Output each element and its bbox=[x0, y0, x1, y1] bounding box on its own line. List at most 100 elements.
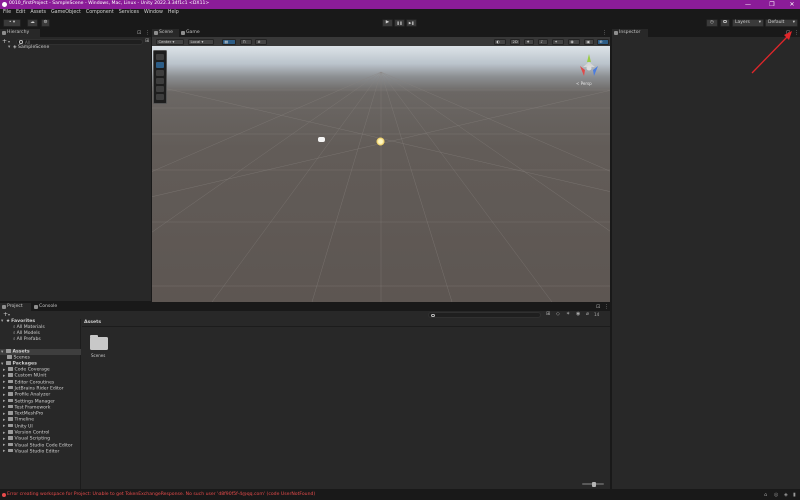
cloud-button[interactable]: ☁ bbox=[27, 18, 38, 27]
gizmos-toggle[interactable]: ⊕ bbox=[597, 38, 609, 45]
2d-toggle[interactable]: 2D bbox=[510, 38, 520, 45]
progress-icon[interactable]: ▮ bbox=[793, 492, 796, 498]
menu-gameobject[interactable]: GameObject bbox=[51, 9, 81, 17]
status-message[interactable]: Error creating workspace for Project: Un… bbox=[7, 492, 315, 497]
debug-icon[interactable]: ⌂ bbox=[764, 492, 767, 498]
directional-light-icon[interactable] bbox=[376, 137, 385, 146]
account-dropdown[interactable]: • ▾ bbox=[3, 18, 21, 27]
project-search-input[interactable] bbox=[428, 312, 541, 318]
icon-size-slider[interactable] bbox=[582, 481, 604, 487]
menu-help[interactable]: Help bbox=[168, 9, 179, 17]
package-row[interactable]: ▸ JetBrains Rider Editor bbox=[3, 385, 64, 392]
menu-edit[interactable]: Edit bbox=[16, 9, 25, 17]
tab-game[interactable]: Game bbox=[179, 29, 206, 37]
favorites-item[interactable]: ⌕All Prefabs bbox=[13, 337, 41, 343]
breadcrumb-assets[interactable]: Assets bbox=[84, 320, 101, 325]
package-row[interactable]: ▸ Code Coverage bbox=[3, 367, 50, 373]
package-row[interactable]: ▸ Test Framework bbox=[3, 404, 50, 411]
lock-icon[interactable]: ⊡ bbox=[596, 303, 600, 311]
folder-icon bbox=[8, 430, 13, 434]
x-axis-cone[interactable] bbox=[580, 66, 585, 76]
camera-gizmo-icon[interactable] bbox=[318, 137, 325, 142]
layout-dropdown[interactable]: Default ▾ bbox=[765, 18, 798, 27]
add-icon[interactable]: + bbox=[2, 38, 7, 45]
draw-mode-dropdown[interactable]: ◐ bbox=[494, 38, 506, 45]
package-row[interactable]: ▸ Custom NUnit bbox=[3, 373, 46, 379]
lock-icon[interactable]: ⊡ bbox=[786, 29, 790, 37]
tab-console[interactable]: Console bbox=[32, 303, 64, 311]
menu-services[interactable]: Services bbox=[119, 9, 139, 17]
collab-button[interactable]: ⚙ bbox=[41, 18, 50, 27]
z-axis-cone[interactable] bbox=[593, 66, 598, 76]
menu-file[interactable]: File bbox=[3, 9, 11, 17]
transform-tool-icon[interactable] bbox=[156, 94, 164, 100]
slider-handle[interactable] bbox=[592, 481, 596, 487]
grid-icon: ▦ bbox=[224, 38, 229, 44]
camera-settings-button[interactable]: ▣ bbox=[584, 38, 594, 45]
layers-dropdown[interactable]: Layers ▾ bbox=[732, 18, 764, 27]
filter-icon[interactable]: ⊞ bbox=[145, 38, 149, 44]
chevron-down-icon[interactable]: ▾ bbox=[8, 312, 10, 317]
step-button[interactable]: ▶❚ bbox=[406, 18, 417, 27]
tab-scene[interactable]: Scene bbox=[152, 29, 179, 37]
package-row[interactable]: ▸ Editor Coroutines bbox=[3, 379, 54, 386]
close-button[interactable]: ✕ bbox=[784, 0, 800, 9]
effects-dropdown[interactable]: ✦ bbox=[552, 38, 564, 45]
network-icon[interactable]: ◈ bbox=[784, 492, 788, 498]
package-row[interactable]: ▸ Visual Scripting bbox=[3, 436, 50, 442]
kebab-menu-icon[interactable]: ⋮ bbox=[602, 29, 607, 37]
lighting-toggle[interactable]: ✷ bbox=[524, 38, 534, 45]
eye-icon[interactable]: ◉ bbox=[576, 311, 580, 317]
package-label: TextMeshPro bbox=[14, 411, 44, 417]
package-row[interactable]: ▸ Unity UI bbox=[3, 423, 33, 430]
space-dropdown[interactable]: Local ▾ bbox=[188, 38, 214, 45]
package-row[interactable]: ▸ Visual Studio Editor bbox=[3, 448, 59, 455]
projection-label[interactable]: < Persp bbox=[576, 81, 592, 86]
menu-assets[interactable]: Assets bbox=[30, 9, 46, 17]
y-axis-cone[interactable] bbox=[587, 54, 591, 62]
asset-tile-scenes[interactable]: Scenes bbox=[88, 335, 110, 361]
minimize-button[interactable]: — bbox=[740, 0, 756, 9]
lock-icon[interactable]: ⊡ bbox=[137, 29, 141, 37]
grid-visibility-button[interactable]: # bbox=[255, 38, 267, 45]
label-filter-icon[interactable]: ◇ bbox=[556, 311, 560, 317]
search-button[interactable] bbox=[720, 18, 730, 27]
kebab-menu-icon[interactable]: ⋮ bbox=[145, 29, 150, 37]
move-tool-icon[interactable] bbox=[156, 62, 164, 68]
maximize-button[interactable]: ❐ bbox=[764, 0, 780, 9]
scene-viewport[interactable]: < Persp bbox=[152, 46, 610, 302]
pivot-dropdown[interactable]: Center ▾ bbox=[156, 38, 184, 45]
search-by-type-icon[interactable]: ⊞ bbox=[546, 311, 550, 317]
menu-component[interactable]: Component bbox=[86, 9, 114, 17]
star-icon: ★ bbox=[6, 319, 11, 324]
kebab-menu-icon[interactable]: ⋮ bbox=[794, 29, 799, 37]
history-button[interactable]: ◷ bbox=[706, 18, 718, 27]
tab-hierarchy[interactable]: Hierarchy bbox=[0, 29, 40, 37]
menu-window[interactable]: Window bbox=[144, 9, 163, 17]
orientation-gizmo[interactable]: < Persp bbox=[572, 50, 606, 90]
rect-tool-icon[interactable] bbox=[156, 86, 164, 92]
star-icon[interactable]: ✶ bbox=[566, 311, 570, 317]
cache-icon[interactable]: ◎ bbox=[774, 492, 778, 498]
kebab-menu-icon[interactable]: ⋮ bbox=[604, 303, 609, 311]
package-row[interactable]: ▸ Timeline bbox=[3, 417, 34, 423]
package-row[interactable]: ▸ Version Control bbox=[3, 430, 49, 436]
hidden-objects-toggle[interactable]: ◉ bbox=[568, 38, 580, 45]
rotate-tool-icon[interactable] bbox=[156, 70, 164, 76]
package-row[interactable]: ▸ Profile Analyzer bbox=[3, 392, 50, 398]
package-row[interactable]: ▸ TextMeshPro bbox=[3, 411, 43, 417]
scale-tool-icon[interactable] bbox=[156, 78, 164, 84]
tab-project[interactable]: Project bbox=[0, 303, 31, 311]
package-row[interactable]: ▸ Settings Manager bbox=[3, 398, 55, 405]
grid-snap-button[interactable]: ▦ bbox=[222, 38, 236, 45]
pause-button[interactable]: ❚❚ bbox=[394, 18, 405, 27]
snap-increment-button[interactable]: ⊓ bbox=[240, 38, 252, 45]
chevron-down-icon[interactable]: ▾ bbox=[8, 39, 10, 44]
tab-inspector[interactable]: Inspector bbox=[612, 29, 648, 37]
play-button[interactable]: ▶ bbox=[382, 18, 393, 27]
audio-toggle[interactable]: ♪ bbox=[538, 38, 548, 45]
hierarchy-row-samplescene[interactable]: ▾ ◈ SampleScene bbox=[8, 45, 49, 51]
hand-tool-icon[interactable] bbox=[156, 54, 164, 60]
visibility-count-icon[interactable]: ⌀ bbox=[586, 311, 589, 317]
package-row[interactable]: ▸ Visual Studio Code Editor bbox=[3, 442, 73, 449]
